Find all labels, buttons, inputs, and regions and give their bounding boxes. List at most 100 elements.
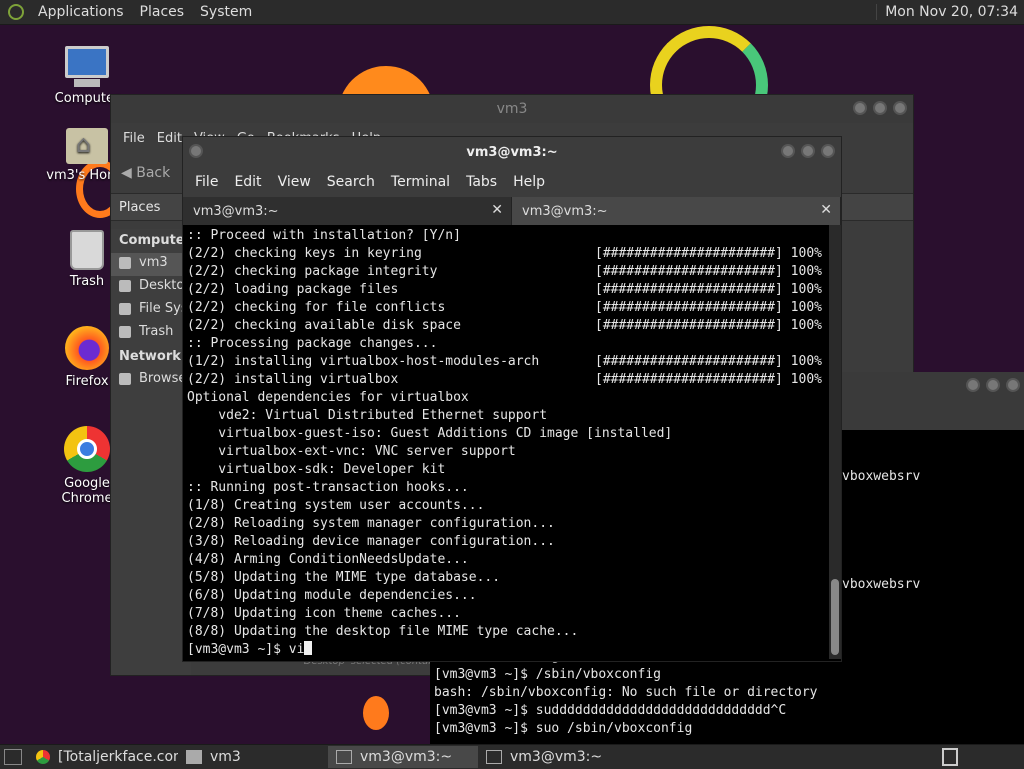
window-title: vm3 xyxy=(496,101,528,117)
terminal-line: (2/8) Reloading system manager configura… xyxy=(187,515,837,533)
window-menu-button[interactable] xyxy=(189,144,203,158)
back-arrow-icon: ◀ xyxy=(121,165,137,181)
terminal-line-text: (8/8) Updating the desktop file MIME typ… xyxy=(187,624,579,639)
terminal-line: (2/2) loading package files [############… xyxy=(187,281,837,299)
terminal-line-text: (3/8) Reloading device manager configura… xyxy=(187,534,555,549)
terminal-window: vm3@vm3:~ File Edit View Search Terminal… xyxy=(182,136,842,662)
terminal-line: (6/8) Updating module dependencies... xyxy=(187,587,837,605)
terminal-line-text: (2/8) Reloading system manager configura… xyxy=(187,516,555,531)
terminal-line: :: Running post-transaction hooks... xyxy=(187,479,837,497)
terminal-prompt: [vm3@vm3 ~]$ vi xyxy=(187,641,837,659)
menu-file[interactable]: File xyxy=(187,174,226,190)
terminal-line-text: :: Running post-transaction hooks... xyxy=(187,480,469,495)
prompt-text: [vm3@vm3 ~]$ vi xyxy=(187,642,305,657)
terminal-line: virtualbox-sdk: Developer kit xyxy=(187,461,837,479)
minimize-button[interactable] xyxy=(853,101,867,115)
terminal-line: (5/8) Updating the MIME type database... xyxy=(187,569,837,587)
sidebar-item-filesystem[interactable]: File System xyxy=(111,299,191,322)
terminal-icon xyxy=(486,750,502,764)
close-tab-icon[interactable]: ✕ xyxy=(491,202,503,218)
menu-applications[interactable]: Applications xyxy=(30,4,132,20)
task-terminal-1[interactable]: vm3@vm3:~ xyxy=(328,746,478,768)
sidebar-item-desktop[interactable]: Desktop xyxy=(111,276,191,299)
show-desktop-icon[interactable] xyxy=(4,749,22,765)
menu-edit[interactable]: Edit xyxy=(226,174,269,190)
maximize-button[interactable] xyxy=(986,378,1000,392)
terminal-line: virtualbox-ext-vnc: VNC server support xyxy=(187,443,837,461)
terminal-output[interactable]: :: Proceed with installation? [Y/n] (2/2)… xyxy=(183,225,841,659)
terminal-line: vde2: Virtual Distributed Ethernet suppo… xyxy=(187,407,837,425)
scrollbar-thumb[interactable] xyxy=(831,579,839,655)
terminal-line-text: (7/8) Updating icon theme caches... xyxy=(187,606,461,621)
fm-menu-file[interactable]: File xyxy=(117,131,151,146)
sidebar-item-home[interactable]: vm3 xyxy=(111,253,191,276)
workspace-switcher-icon[interactable] xyxy=(942,748,958,766)
terminal-line-text: (2/2) loading package files xyxy=(187,282,399,297)
terminal-scrollbar[interactable] xyxy=(829,225,841,659)
sidebar-heading-network: Network xyxy=(119,349,181,364)
terminal-line-text: Optional dependencies for virtualbox xyxy=(187,390,469,405)
file-manager-titlebar[interactable]: vm3 xyxy=(111,95,913,123)
terminal-line: (2/2) checking for file conflicts [######… xyxy=(187,299,837,317)
mate-logo-icon[interactable] xyxy=(8,4,24,20)
terminal-line-text: virtualbox-guest-iso: Guest Additions CD… xyxy=(187,426,673,441)
clock[interactable]: Mon Nov 20, 07:34 xyxy=(876,4,1024,20)
progress-text: [######################] 100% xyxy=(595,354,822,369)
maximize-button[interactable] xyxy=(801,144,815,158)
terminal-menubar: File Edit View Search Terminal Tabs Help xyxy=(183,167,841,197)
window-title: vm3@vm3:~ xyxy=(466,144,558,160)
chrome-icon xyxy=(36,750,50,764)
bottom-taskbar: [Totaljerkface.com ... vm3 vm3@vm3:~ vm3… xyxy=(0,744,1024,769)
close-button[interactable] xyxy=(893,101,907,115)
terminal-tab-2[interactable]: vm3@vm3:~ ✕ xyxy=(512,197,841,225)
close-button[interactable] xyxy=(1006,378,1020,392)
terminal-line: bash: /sbin/vboxconfig: No such file or … xyxy=(434,685,818,700)
terminal-line: [vm3@vm3 ~]$ suo /sbin/vboxconfig xyxy=(434,721,693,736)
terminal-titlebar[interactable]: vm3@vm3:~ xyxy=(183,137,841,167)
text-cursor xyxy=(304,641,313,655)
task-chrome[interactable]: [Totaljerkface.com ... xyxy=(28,746,178,768)
menu-places[interactable]: Places xyxy=(132,4,193,20)
close-tab-icon[interactable]: ✕ xyxy=(820,202,832,218)
terminal-line: (7/8) Updating icon theme caches... xyxy=(187,605,837,623)
task-terminal-2[interactable]: vm3@vm3:~ xyxy=(478,746,628,768)
terminal-line-text: (1/2) installing virtualbox-host-modules… xyxy=(187,354,540,369)
terminal-line-text: (2/2) checking package integrity xyxy=(187,264,438,279)
minimize-button[interactable] xyxy=(781,144,795,158)
back-button[interactable]: ◀ Back xyxy=(121,165,170,181)
sidebar-item-trash[interactable]: Trash xyxy=(111,322,191,345)
progress-text: [######################] 100% xyxy=(595,372,822,387)
sidebar-item-browse-network[interactable]: Browse Network xyxy=(111,369,191,392)
minimize-button[interactable] xyxy=(966,378,980,392)
terminal-line: (2/2) checking keys in keyring [#########… xyxy=(187,245,837,263)
terminal-line-text: (2/2) installing virtualbox xyxy=(187,372,399,387)
menu-help[interactable]: Help xyxy=(505,174,553,190)
terminal-line: (1/2) installing virtualbox-host-modules… xyxy=(187,353,837,371)
terminal-text: :: Proceed with installation? [Y/n] (2/2)… xyxy=(183,225,841,659)
menu-tabs[interactable]: Tabs xyxy=(458,174,505,190)
terminal-line-text: vde2: Virtual Distributed Ethernet suppo… xyxy=(187,408,548,423)
firefox-icon xyxy=(65,326,109,370)
progress-text: [######################] 100% xyxy=(595,282,822,297)
close-button[interactable] xyxy=(821,144,835,158)
tab-label: vm3@vm3:~ xyxy=(522,203,608,219)
maximize-button[interactable] xyxy=(873,101,887,115)
menu-terminal[interactable]: Terminal xyxy=(383,174,458,190)
terminal-line-text: (5/8) Updating the MIME type database... xyxy=(187,570,501,585)
terminal-line-text: (4/8) Arming ConditionNeedsUpdate... xyxy=(187,552,469,567)
terminal-line: [vm3@vm3 ~]$ /sbin/vboxconfig xyxy=(434,667,661,682)
terminal-line: (2/2) checking available disk space [####… xyxy=(187,317,837,335)
terminal-line: (2/2) checking package integrity [#######… xyxy=(187,263,837,281)
terminal-line: :: Proceed with installation? [Y/n] xyxy=(187,227,837,245)
task-label: vm3@vm3:~ xyxy=(360,749,453,765)
chrome-icon xyxy=(64,426,110,472)
menu-search[interactable]: Search xyxy=(319,174,383,190)
progress-text: [######################] 100% xyxy=(595,264,822,279)
terminal-line: [vm3@vm3 ~]$ suddddddddddddddddddddddddd… xyxy=(434,703,787,718)
task-file-manager[interactable]: vm3 xyxy=(178,746,328,768)
home-folder-icon xyxy=(66,128,108,164)
terminal-tab-1[interactable]: vm3@vm3:~ ✕ xyxy=(183,197,512,225)
task-label: [Totaljerkface.com ... xyxy=(58,749,178,765)
menu-view[interactable]: View xyxy=(270,174,319,190)
menu-system[interactable]: System xyxy=(192,4,260,20)
